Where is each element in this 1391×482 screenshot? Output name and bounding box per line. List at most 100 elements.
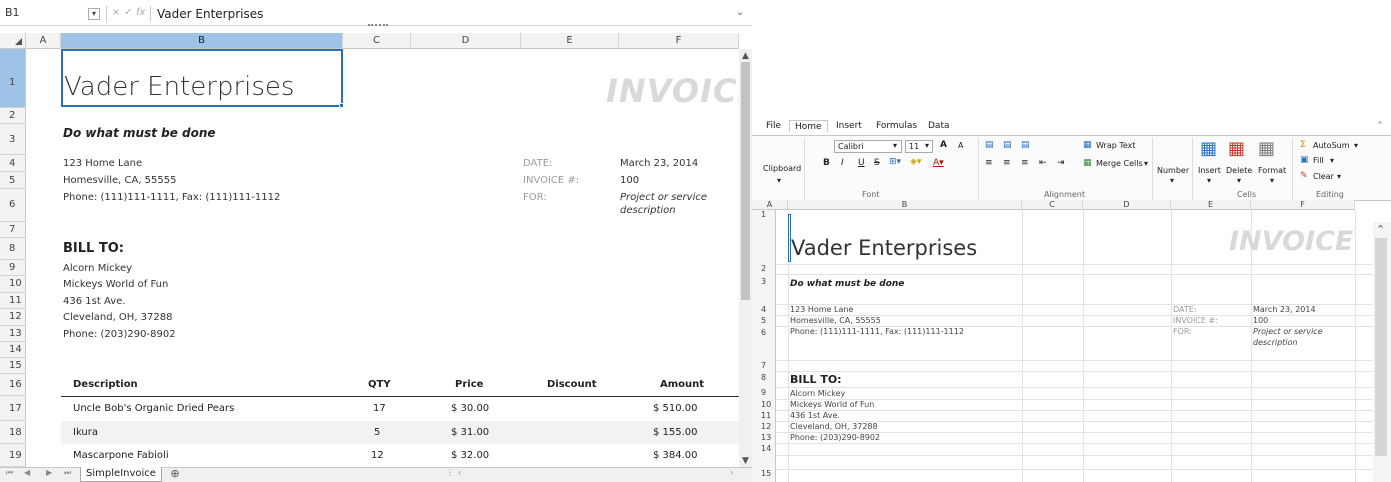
row-header-4[interactable]: 4 xyxy=(0,155,26,172)
delete-dropdown-icon[interactable]: ▾ xyxy=(1237,176,1241,185)
tab-insert[interactable]: Insert xyxy=(836,121,862,131)
last-sheet-icon[interactable]: ⏭ xyxy=(64,468,71,478)
column-header-f[interactable]: F xyxy=(619,33,739,49)
row-header-8[interactable]: 8 xyxy=(752,371,776,387)
table-cell-description[interactable]: Mascarpone Fabioli xyxy=(73,450,169,461)
align-center-icon[interactable]: ≡ xyxy=(1003,158,1011,168)
column-header-a[interactable]: A xyxy=(752,200,788,210)
table-header-qty[interactable]: QTY xyxy=(368,379,391,390)
collapse-ribbon-icon[interactable]: ⌃ xyxy=(1376,121,1384,131)
clear-button[interactable]: Clear xyxy=(1313,172,1334,181)
row-header-9[interactable]: 9 xyxy=(0,260,26,276)
delete-cells-icon[interactable]: ▦ xyxy=(1228,138,1245,159)
invoice-number-label[interactable]: INVOICE #: xyxy=(1173,316,1218,325)
row-header-1[interactable]: 1 xyxy=(752,210,776,264)
wrap-text-icon[interactable]: ▦ xyxy=(1083,140,1092,150)
scroll-down-icon[interactable]: ▼ xyxy=(742,456,749,466)
add-sheet-icon[interactable]: ⊕ xyxy=(167,468,183,481)
table-header-discount[interactable]: Discount xyxy=(547,379,597,390)
row-header-13[interactable]: 13 xyxy=(752,432,776,443)
bill-to-line-5[interactable]: Phone: (203)290-8902 xyxy=(790,433,880,442)
address-line-3[interactable]: Phone: (111)111-1111, Fax: (111)111-1112 xyxy=(63,192,280,203)
bill-to-label[interactable]: BILL TO: xyxy=(790,373,842,386)
align-top-icon[interactable]: ▤ xyxy=(985,140,994,150)
table-cell-amount[interactable]: $ 155.00 xyxy=(653,427,698,438)
bill-to-line-3[interactable]: 436 1st Ave. xyxy=(63,296,125,307)
fill-dropdown-icon[interactable]: ▾ xyxy=(1330,156,1334,165)
row-header-5[interactable]: 5 xyxy=(0,172,26,189)
name-box-dropdown-icon[interactable]: ▾ xyxy=(88,8,100,20)
row-header-7[interactable]: 7 xyxy=(752,360,776,371)
format-cells-button[interactable]: Format xyxy=(1258,166,1286,175)
insert-cells-button[interactable]: Insert xyxy=(1198,166,1221,175)
tab-home[interactable]: Home xyxy=(789,120,828,132)
row-header-7[interactable]: 7 xyxy=(0,222,26,238)
row-header-2[interactable]: 2 xyxy=(752,264,776,274)
tab-file[interactable]: File xyxy=(766,121,781,131)
row-header-6[interactable]: 6 xyxy=(0,189,26,222)
increase-indent-icon[interactable]: ⇥ xyxy=(1057,158,1065,168)
row-header-2[interactable]: 2 xyxy=(0,108,26,124)
grow-font-button[interactable]: A xyxy=(940,140,947,150)
for-label[interactable]: FOR: xyxy=(523,192,547,203)
date-label[interactable]: DATE: xyxy=(1173,305,1197,314)
formula-bar-splitter-handle[interactable] xyxy=(368,24,388,28)
table-cell-qty[interactable]: 5 xyxy=(374,427,380,438)
invoice-number-value[interactable]: 100 xyxy=(1253,316,1268,325)
table-header-amount[interactable]: Amount xyxy=(660,379,704,390)
row-header-9[interactable]: 9 xyxy=(752,387,776,399)
wrap-text-button[interactable]: Wrap Text xyxy=(1096,141,1136,150)
bill-to-line-1[interactable]: Alcorn Mickey xyxy=(790,389,845,398)
company-name-cell[interactable]: Vader Enterprises xyxy=(791,236,977,260)
row-header-1[interactable]: 1 xyxy=(0,49,26,108)
row-header-14[interactable]: 14 xyxy=(0,342,26,358)
invoice-title-cell[interactable]: INVOICE xyxy=(1229,226,1353,257)
row-header-10[interactable]: 10 xyxy=(752,399,776,410)
clipboard-dropdown-icon[interactable]: ▾ xyxy=(777,176,781,185)
fx-icon[interactable]: fx xyxy=(136,7,145,18)
clear-icon[interactable]: ✎ xyxy=(1300,171,1308,181)
address-line-1[interactable]: 123 Home Lane xyxy=(790,305,853,314)
fill-button[interactable]: Fill xyxy=(1313,156,1324,165)
table-header-price[interactable]: Price xyxy=(455,379,483,390)
table-cell-qty[interactable]: 12 xyxy=(371,450,384,461)
row-header-3[interactable]: 3 xyxy=(752,274,776,304)
autosum-dropdown-icon[interactable]: ▾ xyxy=(1354,141,1358,150)
column-header-e[interactable]: E xyxy=(1171,200,1251,210)
column-header-b[interactable]: B xyxy=(788,200,1022,210)
bill-to-label[interactable]: BILL TO: xyxy=(63,241,124,256)
row-header-11[interactable]: 11 xyxy=(752,410,776,421)
expand-formula-bar-icon[interactable]: ⌄ xyxy=(736,7,744,18)
bill-to-line-2[interactable]: Mickeys World of Fun xyxy=(790,400,874,409)
number-format-button[interactable]: Number xyxy=(1157,166,1189,175)
tab-splitter-icon[interactable]: ⋮ xyxy=(446,468,454,477)
row-header-6[interactable]: 6 xyxy=(752,326,776,360)
slogan-cell[interactable]: Do what must be done xyxy=(63,126,216,140)
merge-cells-dropdown-icon[interactable]: ▾ xyxy=(1144,159,1148,168)
scroll-up-icon[interactable]: ▲ xyxy=(742,51,749,61)
prev-sheet-icon[interactable]: ◀ xyxy=(24,468,30,477)
row-header-12[interactable]: 12 xyxy=(0,309,26,326)
row-header-8[interactable]: 8 xyxy=(0,238,26,260)
formula-input[interactable]: Vader Enterprises xyxy=(157,7,263,21)
scroll-up-icon[interactable]: ⌃ xyxy=(1376,223,1385,236)
format-cells-icon[interactable]: ▦ xyxy=(1258,138,1275,159)
number-dropdown-icon[interactable]: ▾ xyxy=(1170,176,1174,185)
table-cell-description[interactable]: Uncle Bob's Organic Dried Pears xyxy=(73,403,234,414)
column-header-d[interactable]: D xyxy=(1083,200,1171,210)
row-header-11[interactable]: 11 xyxy=(0,293,26,309)
sheet-tab-simpleinvoice[interactable]: SimpleInvoice xyxy=(80,467,162,482)
insert-cells-icon[interactable]: ▦ xyxy=(1200,138,1217,159)
bill-to-line-2[interactable]: Mickeys World of Fun xyxy=(63,279,168,290)
vertical-scroll-thumb[interactable] xyxy=(1375,238,1387,456)
insert-dropdown-icon[interactable]: ▾ xyxy=(1207,176,1211,185)
align-right-icon[interactable]: ≡ xyxy=(1021,158,1029,168)
column-header-c[interactable]: C xyxy=(343,33,411,49)
date-label[interactable]: DATE: xyxy=(523,158,552,169)
row-header-17[interactable]: 17 xyxy=(0,396,26,421)
table-header-description[interactable]: Description xyxy=(73,379,138,390)
bold-button[interactable]: B xyxy=(823,158,830,168)
cancel-icon[interactable]: × xyxy=(112,7,120,18)
scroll-left-icon[interactable]: ‹ xyxy=(458,468,461,477)
for-value-line-1[interactable]: Project or service xyxy=(1253,327,1323,336)
